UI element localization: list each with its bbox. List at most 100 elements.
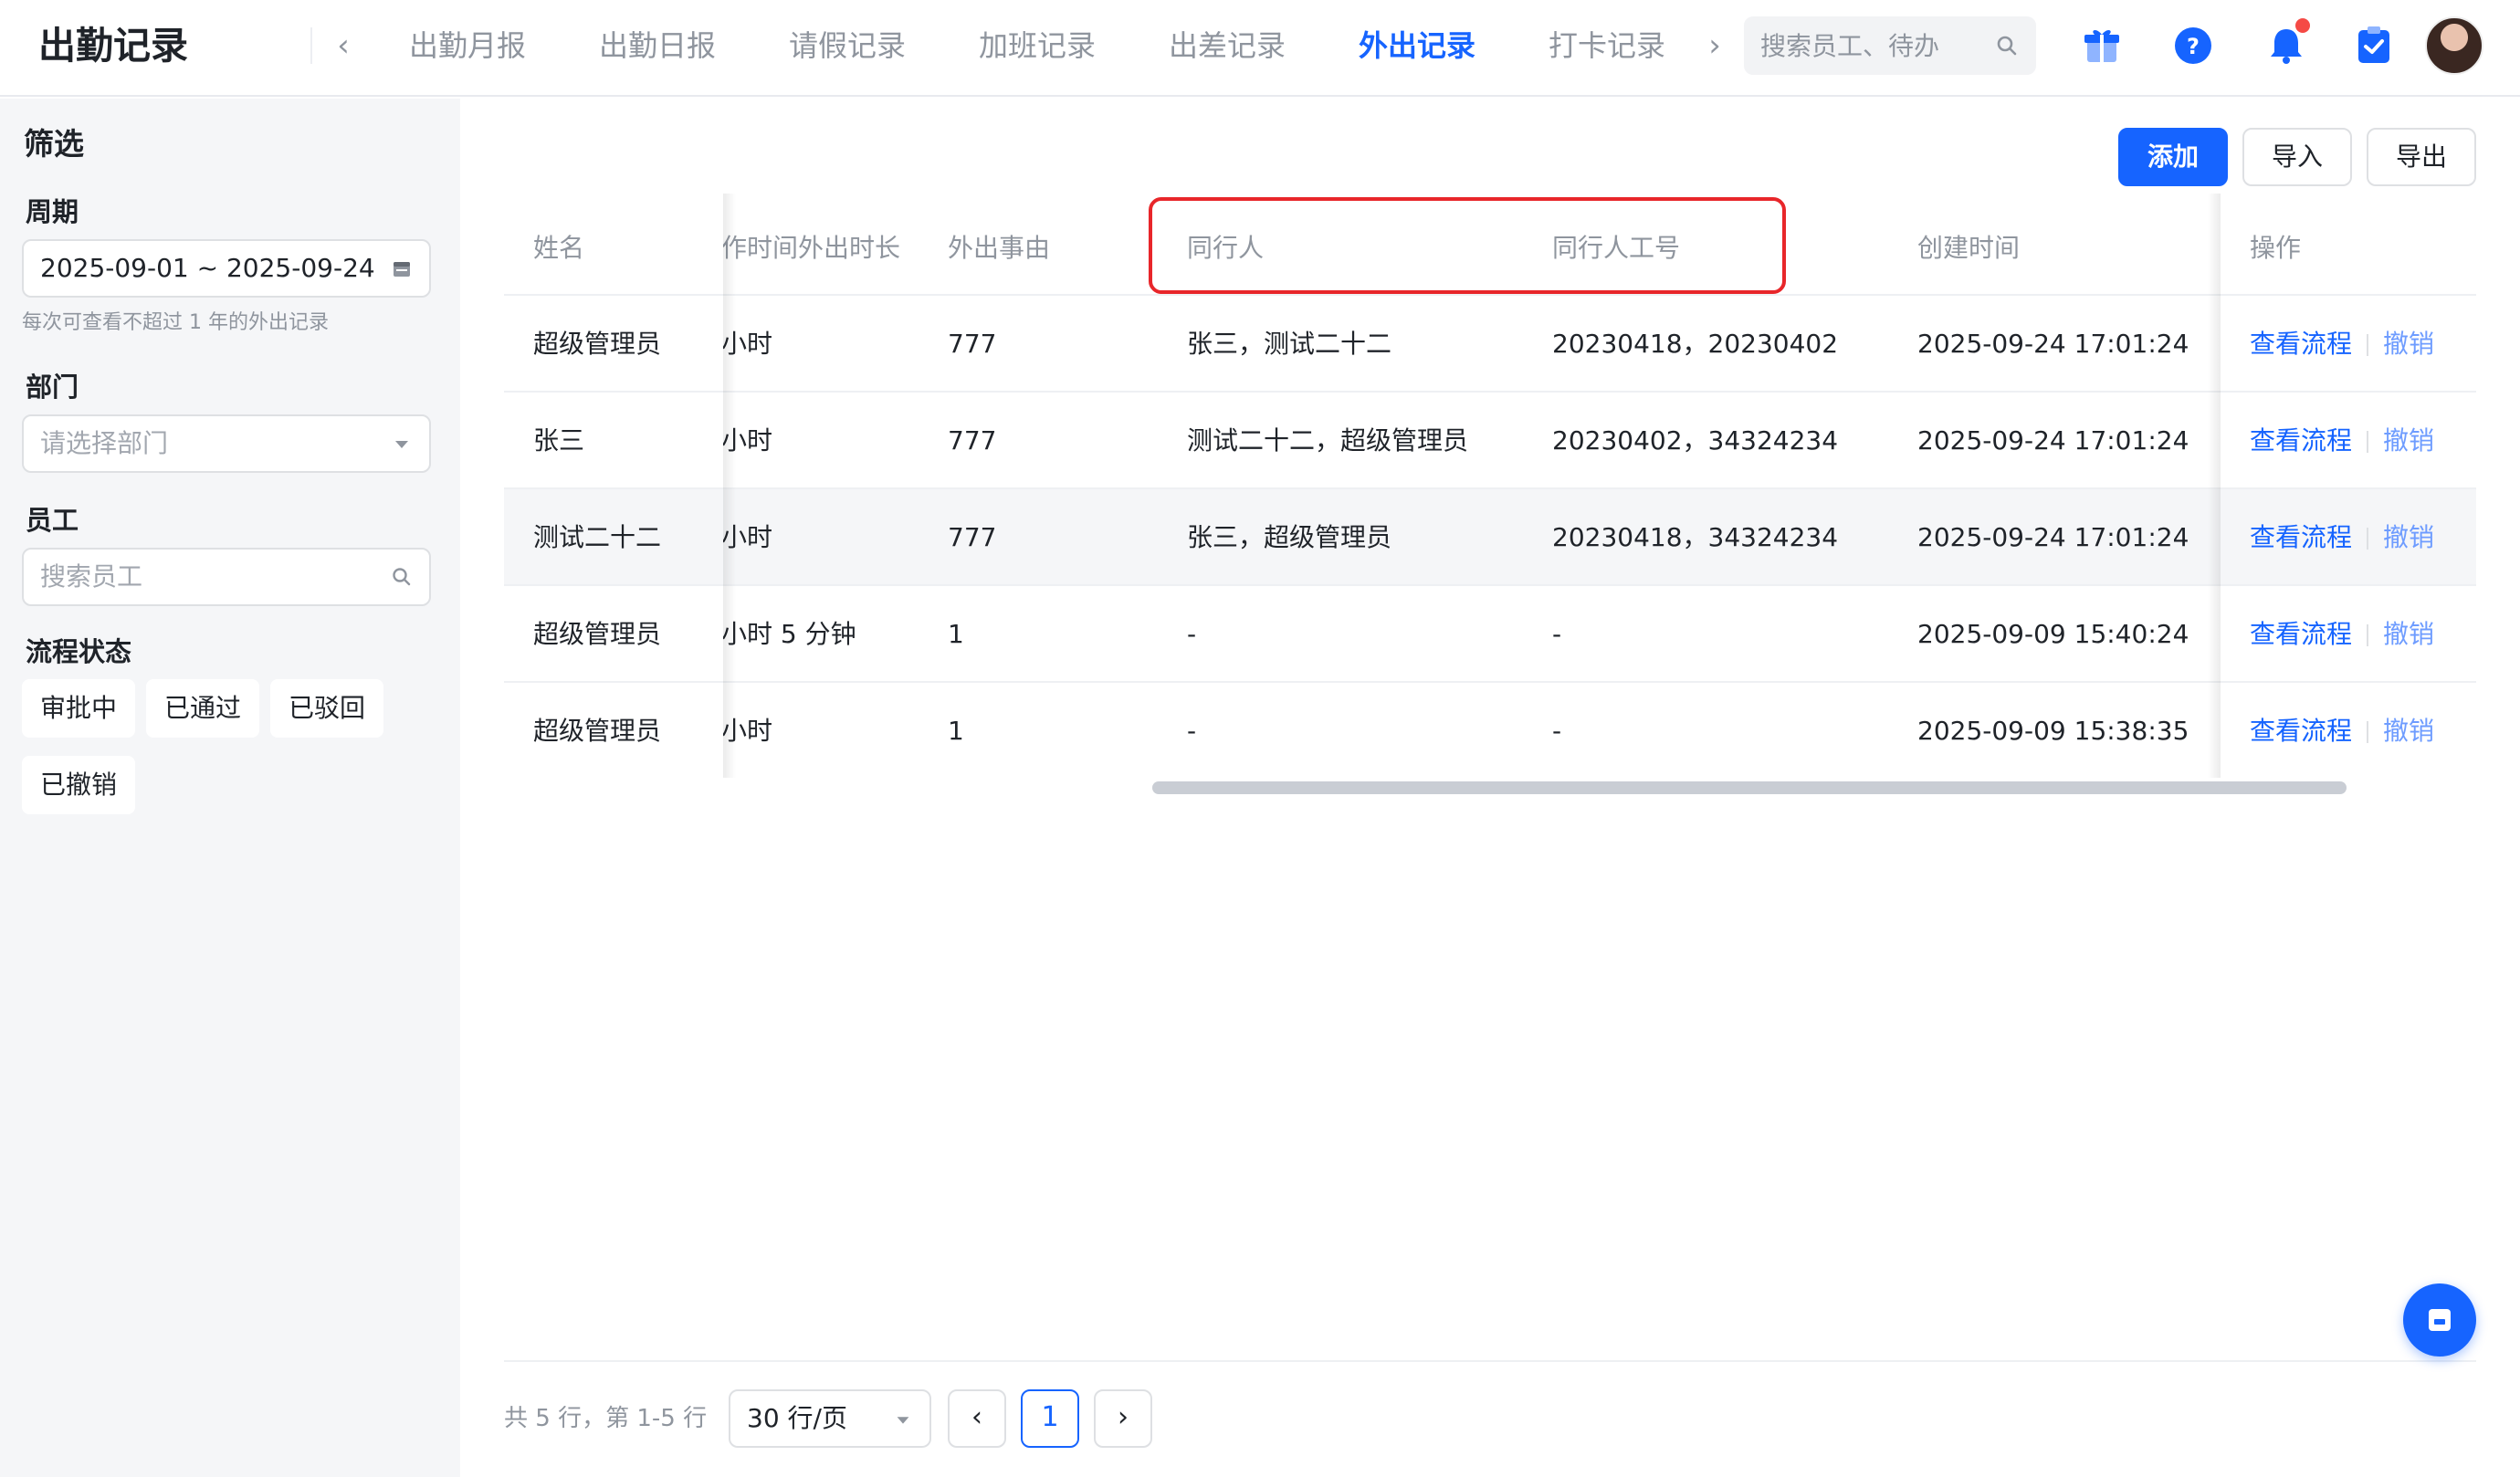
cell-name: 超级管理员 (533, 619, 662, 649)
cell-companions: 张三，测试二十二 (1187, 329, 1392, 359)
row-actions: 查看流程 撤销 (2250, 616, 2434, 653)
header-duration: 作时间外出时长 (721, 233, 901, 263)
department-placeholder: 请选择部门 (40, 428, 169, 458)
add-button[interactable]: 添加 (2118, 128, 2228, 186)
filter-title: 筛选 (24, 126, 84, 162)
revoke-link[interactable]: 撤销 (2383, 522, 2434, 552)
calendar-icon (394, 262, 410, 277)
period-date-range-picker[interactable]: 2025-09-01 ~ 2025-09-24 (22, 239, 431, 298)
period-hint: 每次可查看不超过 1 年的外出记录 (22, 311, 329, 334)
top-bar: 出勤记录 ‹ 出勤月报 出勤日报 请假记录 加班记录 出差记录 外出记录 打卡记… (0, 0, 2520, 97)
export-button[interactable]: 导出 (2367, 128, 2476, 186)
nav-prev-arrow-icon[interactable]: ‹ (325, 20, 362, 71)
row-actions: 查看流程 撤销 (2250, 423, 2434, 459)
view-process-link[interactable]: 查看流程 (2250, 329, 2352, 359)
notification-dot (2295, 18, 2310, 33)
cell-created-time: 2025-09-09 15:38:35 (1917, 716, 2189, 746)
nav-next-arrow-icon[interactable]: › (1696, 20, 1733, 71)
cell-name: 测试二十二 (533, 522, 662, 552)
chat-icon (2429, 1309, 2451, 1331)
header-companions: 同行人 (1187, 233, 1265, 263)
cell-reason: 777 (948, 425, 997, 456)
cell-companions: 张三，超级管理员 (1187, 522, 1392, 552)
cell-duration: 小时 5 分钟 (721, 619, 856, 649)
page-size-select[interactable]: 30 行/页 (729, 1389, 931, 1448)
status-chip-in-approval[interactable]: 审批中 (22, 679, 136, 738)
cell-companion-ids: - (1552, 619, 1562, 649)
outing-records-table: 作时间外出时长 外出事由 同行人 同行人工号 创建时间 小时 777 张三，测试… (504, 194, 2476, 778)
pagination-summary: 共 5 行，第 1-5 行 (504, 1405, 708, 1432)
help-icon[interactable]: ? (2169, 22, 2217, 69)
floating-chat-button[interactable] (2403, 1283, 2476, 1357)
prev-page-button[interactable]: ‹ (948, 1389, 1006, 1448)
status-chip-rejected[interactable]: 已驳回 (270, 679, 384, 738)
view-process-link[interactable]: 查看流程 (2250, 425, 2352, 456)
row-actions: 查看流程 撤销 (2250, 713, 2434, 749)
cell-reason: 777 (948, 522, 997, 552)
cell-companion-ids: - (1552, 716, 1562, 746)
gift-icon[interactable] (2078, 22, 2126, 69)
caret-down-icon (395, 441, 408, 448)
employee-placeholder: 搜索员工 (40, 561, 143, 592)
tab-outing-records[interactable]: 外出记录 (1359, 22, 1475, 69)
nav-divider (310, 27, 312, 64)
page-button-1[interactable]: 1 (1021, 1389, 1079, 1448)
tab-clock-in-records[interactable]: 打卡记录 (1549, 22, 1665, 69)
department-select[interactable]: 请选择部门 (22, 414, 431, 473)
task-check-icon[interactable] (2350, 22, 2398, 69)
revoke-link[interactable]: 撤销 (2383, 425, 2434, 456)
cell-companions: 测试二十二，超级管理员 (1187, 425, 1469, 456)
department-label: 部门 (26, 372, 79, 403)
status-chip-approved[interactable]: 已通过 (146, 679, 260, 738)
employee-search-field[interactable]: 搜索员工 (22, 548, 431, 606)
table-horizontal-scrollbar[interactable] (504, 778, 2476, 794)
status-chip-revoked[interactable]: 已撤销 (22, 756, 136, 814)
cell-name: 张三 (533, 425, 585, 456)
tab-daily-report[interactable]: 出勤日报 (599, 22, 716, 69)
cell-reason: 1 (948, 619, 964, 649)
revoke-link[interactable]: 撤销 (2383, 716, 2434, 746)
cell-name: 超级管理员 (533, 329, 662, 359)
cell-created-time: 2025-09-24 17:01:24 (1917, 425, 2189, 456)
fixed-actions-column: 操作 查看流程 撤销 查看流程 撤销 查看流程 撤销 查看流程 撤销 查看流程 撤销 (2208, 194, 2476, 778)
header-name: 姓名 (533, 233, 585, 263)
search-icon[interactable] (1996, 35, 2018, 57)
footer-divider (504, 1360, 2476, 1362)
global-search (1744, 16, 2036, 75)
cell-reason: 777 (948, 329, 997, 359)
tab-overtime-records[interactable]: 加班记录 (979, 22, 1096, 69)
notification-button[interactable] (2263, 18, 2310, 69)
tab-business-trip-records[interactable]: 出差记录 (1169, 22, 1286, 69)
caret-down-icon (897, 1417, 909, 1424)
scrollbar-thumb[interactable] (1152, 781, 2347, 794)
revoke-link[interactable]: 撤销 (2383, 329, 2434, 359)
view-process-link[interactable]: 查看流程 (2250, 522, 2352, 552)
row-actions: 查看流程 撤销 (2250, 326, 2434, 362)
search-icon (393, 568, 411, 586)
tab-leave-records[interactable]: 请假记录 (789, 22, 906, 69)
page-size-value: 30 行/页 (747, 1403, 847, 1433)
fixed-column-shadow (2208, 194, 2221, 778)
cell-reason: 1 (948, 716, 964, 746)
cell-name: 超级管理员 (533, 716, 662, 746)
filter-sidebar: 筛选 周期 2025-09-01 ~ 2025-09-24 每次可查看不超过 1… (0, 99, 460, 1477)
revoke-link[interactable]: 撤销 (2383, 619, 2434, 649)
cell-companion-ids: 20230418，20230402 (1552, 329, 1839, 359)
user-avatar[interactable] (2425, 16, 2483, 75)
import-button[interactable]: 导入 (2242, 128, 2352, 186)
cell-companion-ids: 20230402，34324234 (1552, 425, 1839, 456)
next-page-button[interactable]: › (1094, 1389, 1152, 1448)
row-actions: 查看流程 撤销 (2250, 519, 2434, 556)
process-status-label: 流程状态 (26, 636, 132, 667)
tab-monthly-report[interactable]: 出勤月报 (409, 22, 526, 69)
svg-text:?: ? (2187, 34, 2200, 59)
view-process-link[interactable]: 查看流程 (2250, 619, 2352, 649)
cell-created-time: 2025-09-24 17:01:24 (1917, 329, 2189, 359)
global-search-input[interactable] (1760, 16, 1989, 75)
cell-created-time: 2025-09-24 17:01:24 (1917, 522, 2189, 552)
view-process-link[interactable]: 查看流程 (2250, 716, 2352, 746)
header-created-time: 创建时间 (1917, 233, 2021, 263)
header-actions: 操作 (2250, 233, 2302, 263)
cell-created-time: 2025-09-09 15:40:24 (1917, 619, 2189, 649)
employee-label: 员工 (26, 505, 79, 536)
